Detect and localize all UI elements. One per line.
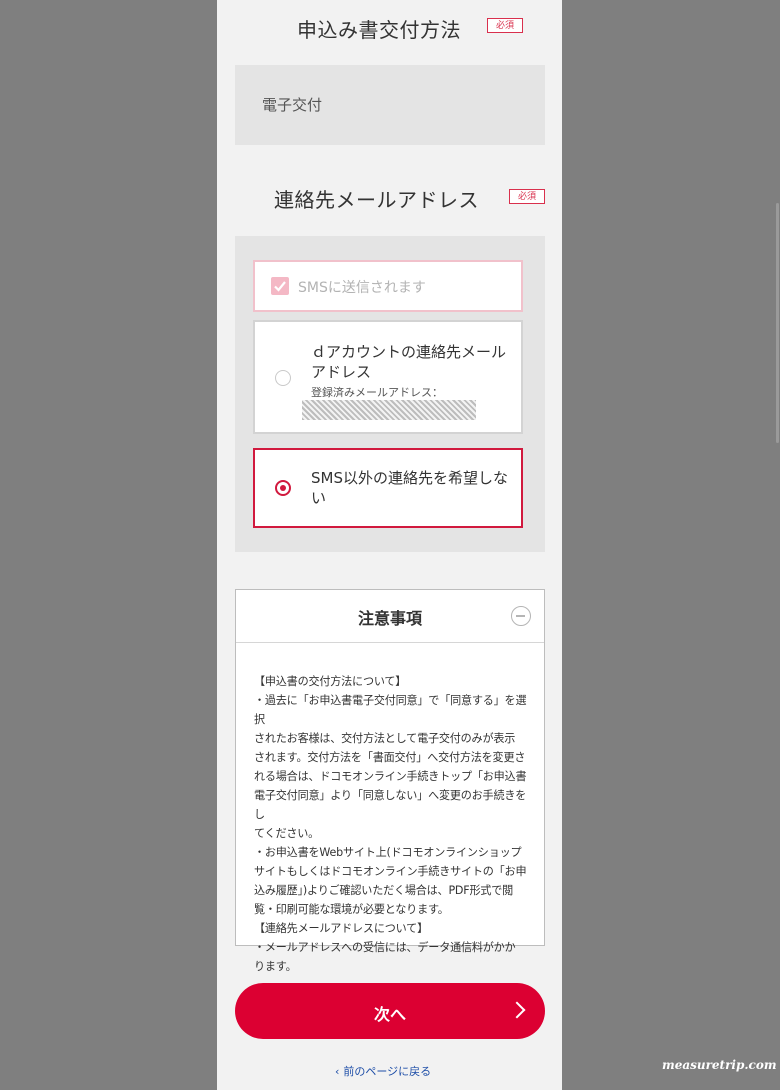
- delivery-method-title: 申込み書交付方法: [297, 18, 461, 42]
- collapse-minus-icon[interactable]: [511, 606, 531, 626]
- notes-line: れる場合は、ドコモオンライン手続きトップ「お申込書: [254, 770, 527, 783]
- option-d-account-label-line1: ｄアカウントの連絡先メール: [311, 343, 507, 361]
- required-badge: 必須: [487, 18, 523, 33]
- option-sms-label: SMSに送信されます: [298, 280, 426, 296]
- next-button-label: 次へ: [373, 1005, 406, 1024]
- delivery-method-value: 電子交付: [262, 96, 323, 114]
- back-link[interactable]: ‹ 前のページに戻る: [335, 1063, 431, 1079]
- form-panel: 申込み書交付方法 必須 電子交付 連絡先メールアドレス 必須 SMSに送信されま…: [217, 0, 779, 1090]
- notes-line: ・お申込書をWebサイト上(ドコモオンラインショップ: [254, 846, 522, 859]
- notes-line: てください。: [254, 827, 320, 840]
- option-no-other-contact[interactable]: SMS以外の連絡先を希望しな い: [253, 448, 523, 528]
- notes-line: 【申込書の交付方法について】: [254, 675, 407, 688]
- watermark-text: measuretrip.com: [662, 1058, 777, 1072]
- masked-email: [302, 400, 476, 420]
- delivery-method-field: 電子交付: [235, 65, 545, 145]
- chevron-left-icon: ‹: [335, 1065, 340, 1078]
- notes-line: サイトもしくはドコモオンライン手続きサイトの「お申: [254, 865, 527, 878]
- notes-line: ・メールアドレスへの受信には、データ通信料がかか: [254, 941, 516, 954]
- notes-line: されたお客様は、交付方法として電子交付のみが表示: [254, 732, 516, 745]
- radio-unselected-icon[interactable]: [275, 370, 291, 386]
- notes-line: 覧・印刷可能な環境が必要となります。: [254, 903, 449, 916]
- notes-line: 【連絡先メールアドレスについて】: [254, 922, 428, 935]
- next-button[interactable]: 次へ: [235, 983, 545, 1039]
- notes-header[interactable]: 注意事項: [236, 590, 544, 643]
- notes-line: 電子交付同意」より「同意しない」へ変更のお手続きをし: [254, 789, 527, 821]
- contact-options-group: SMSに送信されます ｄアカウントの連絡先メール アドレス 登録済みメールアドレ…: [235, 236, 545, 552]
- option-no-other-label-line1: SMS以外の連絡先を希望しな: [311, 469, 508, 487]
- notes-line: ・過去に「お申込書電子交付同意」で「同意する」を選択: [254, 694, 527, 726]
- notes-line: ります。: [254, 960, 297, 973]
- notes-line: 込み履歴」)よりご確認いただく場合は、PDF形式で閲: [254, 884, 514, 897]
- radio-selected-icon[interactable]: [275, 480, 291, 496]
- contact-email-title: 連絡先メールアドレス: [274, 188, 479, 212]
- option-d-account-email[interactable]: ｄアカウントの連絡先メール アドレス 登録済みメールアドレス：: [253, 320, 523, 434]
- option-sms: SMSに送信されます: [253, 260, 523, 312]
- notes-body: 【申込書の交付方法について】・過去に「お申込書電子交付同意」で「同意する」を選択…: [254, 672, 528, 976]
- registered-email-label: 登録済みメールアドレス：: [311, 386, 443, 399]
- back-link-label: 前のページに戻る: [343, 1065, 432, 1078]
- notes-line: されます。交付方法を「書面交付」へ交付方法を変更さ: [254, 751, 526, 764]
- option-no-other-label-line2: い: [311, 489, 327, 507]
- option-d-account-label-line2: アドレス: [311, 363, 372, 381]
- checkbox-checked-icon: [271, 277, 289, 295]
- notes-title: 注意事項: [357, 609, 422, 628]
- notes-panel: 注意事項 【申込書の交付方法について】・過去に「お申込書電子交付同意」で「同意す…: [235, 589, 545, 973]
- scrollbar[interactable]: [776, 203, 779, 443]
- required-badge: 必須: [509, 189, 545, 204]
